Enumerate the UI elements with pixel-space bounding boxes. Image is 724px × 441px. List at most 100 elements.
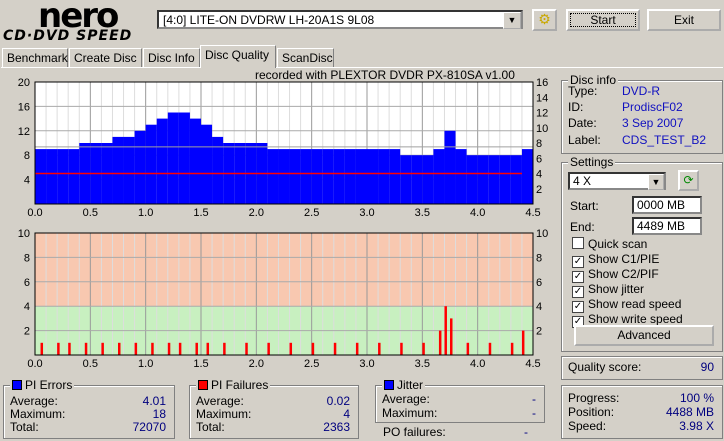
y-tick-label: 10: [18, 228, 30, 240]
y2-tick-label: 14: [536, 92, 548, 104]
bar: [156, 118, 168, 204]
option-show-jitter[interactable]: ✓ Show jitter: [572, 282, 644, 298]
y-tick-label: 8: [24, 252, 30, 264]
bar: [450, 318, 453, 355]
total-label: Total:: [10, 420, 39, 434]
tab-disc-info[interactable]: Disc Info: [143, 48, 200, 67]
pi-failures-group: PI Failures Average: 0.02 Maximum: 4 Total…: [189, 378, 359, 439]
chevron-down-icon[interactable]: ▼: [503, 12, 521, 29]
bar: [444, 130, 456, 204]
option-show-c1-pie[interactable]: ✓ Show C1/PIE: [572, 252, 659, 268]
tab-benchmark[interactable]: Benchmark: [2, 48, 68, 67]
tab-disc-quality[interactable]: Disc Quality: [200, 45, 276, 68]
pi-errors-title: PI Errors: [25, 378, 73, 392]
x-tick-label: 1.5: [193, 207, 208, 219]
bar: [521, 149, 533, 204]
option-quick-scan[interactable]: Quick scan: [572, 237, 647, 251]
bar: [355, 149, 367, 204]
start-input[interactable]: 0000 MB: [632, 196, 702, 214]
pi-errors-total: 72070: [132, 420, 166, 434]
bar: [510, 342, 514, 355]
refresh-speeds-icon[interactable]: ⟳: [678, 170, 699, 191]
jitter-color-icon: [384, 380, 394, 390]
position-label: Position:: [568, 405, 615, 419]
bar: [488, 155, 500, 204]
bar: [438, 330, 442, 355]
end-input[interactable]: 4489 MB: [632, 217, 702, 235]
tab-create-disc[interactable]: Create Disc: [69, 48, 142, 67]
bar: [488, 342, 492, 355]
date-label: Date:: [568, 116, 597, 130]
bar: [245, 342, 248, 355]
bar: [195, 342, 198, 355]
x-tick-label: 0.0: [27, 207, 42, 219]
y-tick-label: 6: [24, 277, 30, 289]
advanced-button[interactable]: Advanced: [574, 325, 714, 346]
bar: [178, 112, 190, 204]
x-tick-label: 4.5: [525, 207, 540, 219]
max-label: Maximum:: [382, 406, 438, 420]
tab-scandisc[interactable]: ScanDisc: [277, 48, 334, 67]
quality-score-value: 90: [700, 360, 714, 374]
bar: [267, 149, 279, 204]
bar: [206, 342, 210, 355]
bar: [167, 112, 179, 204]
y-tick-label: 20: [18, 77, 30, 89]
avg-label: Average:: [196, 394, 244, 408]
x-tick-label: 3.5: [415, 358, 430, 370]
end-label: End:: [570, 220, 595, 234]
disc-type: DVD-R: [622, 84, 660, 98]
checkbox[interactable]: [572, 237, 584, 249]
y2-tick-label: 16: [536, 77, 548, 89]
refresh-drive-icon[interactable]: ⚙: [532, 9, 557, 31]
bar: [521, 330, 525, 355]
x-tick-label: 2.0: [249, 358, 264, 370]
option-label: Show C2/PIF: [588, 267, 659, 281]
y2-tick-label: 4: [536, 169, 542, 181]
position-value: 4488 MB: [665, 405, 714, 419]
bar: [178, 342, 182, 355]
settings-title: Settings: [568, 155, 616, 169]
bar: [201, 124, 213, 204]
x-tick-label: 3.0: [359, 207, 374, 219]
speed-select[interactable]: 4 X ▼: [568, 172, 666, 190]
bar: [466, 342, 470, 355]
bar: [151, 342, 154, 355]
pi-errors-avg: 4.01: [142, 394, 166, 408]
drive-select[interactable]: [4:0] LITE-ON DVDRW LH-20A1S 9L08 ▼: [157, 10, 523, 29]
y-tick-label: 4: [24, 175, 30, 187]
pi-failures-title: PI Failures: [211, 378, 269, 392]
x-tick-label: 0.5: [83, 207, 98, 219]
settings-group: Settings 4 X ▼ ⟳ Start: 0000 MB End: 4489…: [561, 155, 723, 352]
y2-tick-label: 12: [536, 108, 548, 120]
pi-failures-color-icon: [198, 380, 208, 390]
option-show-read-speed[interactable]: ✓ Show read speed: [572, 297, 681, 313]
bar: [289, 342, 293, 355]
bar: [300, 149, 312, 204]
bar: [223, 342, 226, 355]
bar: [278, 149, 290, 204]
bar: [389, 149, 401, 204]
x-tick-label: 1.5: [193, 358, 208, 370]
option-show-c2-pif[interactable]: ✓ Show C2/PIF: [572, 267, 659, 283]
bar: [57, 342, 60, 355]
y-tick-label: 8: [24, 150, 30, 162]
id-label: ID:: [568, 100, 584, 114]
charts: 481216202468101214160.0 0.5 1.0 1.5 2.0 2.5 3.…: [18, 77, 549, 370]
y2-tick-label: 2: [536, 184, 542, 196]
disc-date: 3 Sep 2007: [622, 116, 684, 130]
bar: [35, 149, 47, 204]
bar: [422, 342, 425, 355]
bar: [322, 149, 334, 204]
pi-failures-avg: 0.02: [326, 394, 350, 408]
chevron-down-icon[interactable]: ▼: [648, 174, 664, 190]
x-tick-label: 2.0: [249, 207, 264, 219]
exit-button[interactable]: Exit: [647, 9, 721, 31]
type-label: Type:: [568, 84, 598, 98]
start-button[interactable]: Start: [566, 9, 640, 31]
x-tick-label: 1.0: [138, 358, 153, 370]
drive-value: [4:0] LITE-ON DVDRW LH-20A1S 9L08: [163, 13, 375, 27]
quality-score-group: Quality score: 90: [561, 356, 723, 380]
bar: [455, 149, 467, 204]
x-tick-label: 0.0: [27, 358, 42, 370]
